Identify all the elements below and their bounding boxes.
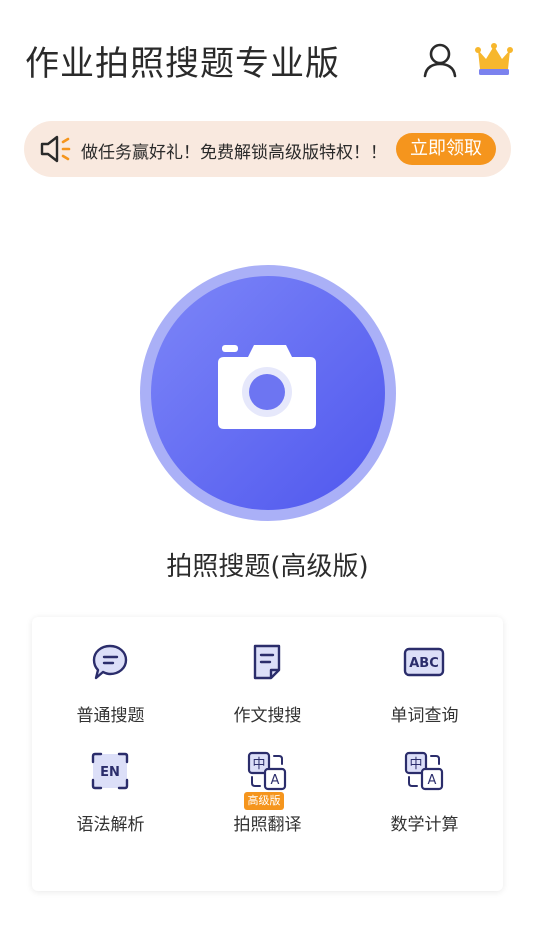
svg-text:A: A <box>271 773 280 788</box>
camera-search-button[interactable] <box>140 265 396 521</box>
banner-message: 做任务赢好礼！免费解锁高级版特权！！ <box>81 143 387 163</box>
tool-label: 数学计算 <box>390 815 459 835</box>
claim-button[interactable]: 立即领取 <box>396 133 496 165</box>
svg-text:A: A <box>428 773 437 788</box>
user-icon[interactable] <box>420 40 460 80</box>
app-title: 作业拍照搜题专业版 <box>25 44 340 84</box>
camera-icon <box>218 345 316 429</box>
speaker-icon <box>40 135 71 163</box>
translate-icon: 中 A <box>247 751 287 791</box>
tool-photo-translate[interactable]: 中 A 拍照翻译 <box>189 726 346 835</box>
tool-label: 语法解析 <box>76 815 145 835</box>
tool-grammar[interactable]: EN 语法解析 <box>32 726 189 835</box>
en-icon: EN <box>91 752 129 790</box>
translate-icon: 中 A <box>404 751 444 791</box>
tool-math-calc[interactable]: 中 A 数学计算 <box>346 726 503 835</box>
abc-icon: ABC <box>403 647 445 677</box>
tool-word-lookup[interactable]: ABC 单词查询 <box>346 617 503 726</box>
svg-text:中: 中 <box>252 757 265 772</box>
tool-label: 单词查询 <box>390 706 459 726</box>
svg-text:ABC: ABC <box>409 656 439 671</box>
tool-normal-search[interactable]: 普通搜题 <box>32 617 189 726</box>
svg-text:EN: EN <box>100 765 120 780</box>
tools-card: 普通搜题 作文搜搜 ABC 单词查询 EN 语法解析 中 A 拍照翻译 中 A … <box>32 617 503 891</box>
tool-essay-search[interactable]: 作文搜搜 <box>189 617 346 726</box>
crown-icon[interactable] <box>474 40 514 80</box>
tool-label: 普通搜题 <box>76 706 145 726</box>
promo-banner[interactable]: 做任务赢好礼！免费解锁高级版特权！！ 立即领取 <box>24 121 511 177</box>
tool-label: 作文搜搜 <box>233 706 302 726</box>
document-icon <box>253 644 281 680</box>
svg-text:中: 中 <box>409 757 422 772</box>
tool-label: 拍照翻译 <box>233 815 302 835</box>
chat-search-icon <box>92 644 128 680</box>
premium-badge: 高级版 <box>244 792 284 810</box>
camera-search-label: 拍照搜题(高级版) <box>166 552 369 582</box>
